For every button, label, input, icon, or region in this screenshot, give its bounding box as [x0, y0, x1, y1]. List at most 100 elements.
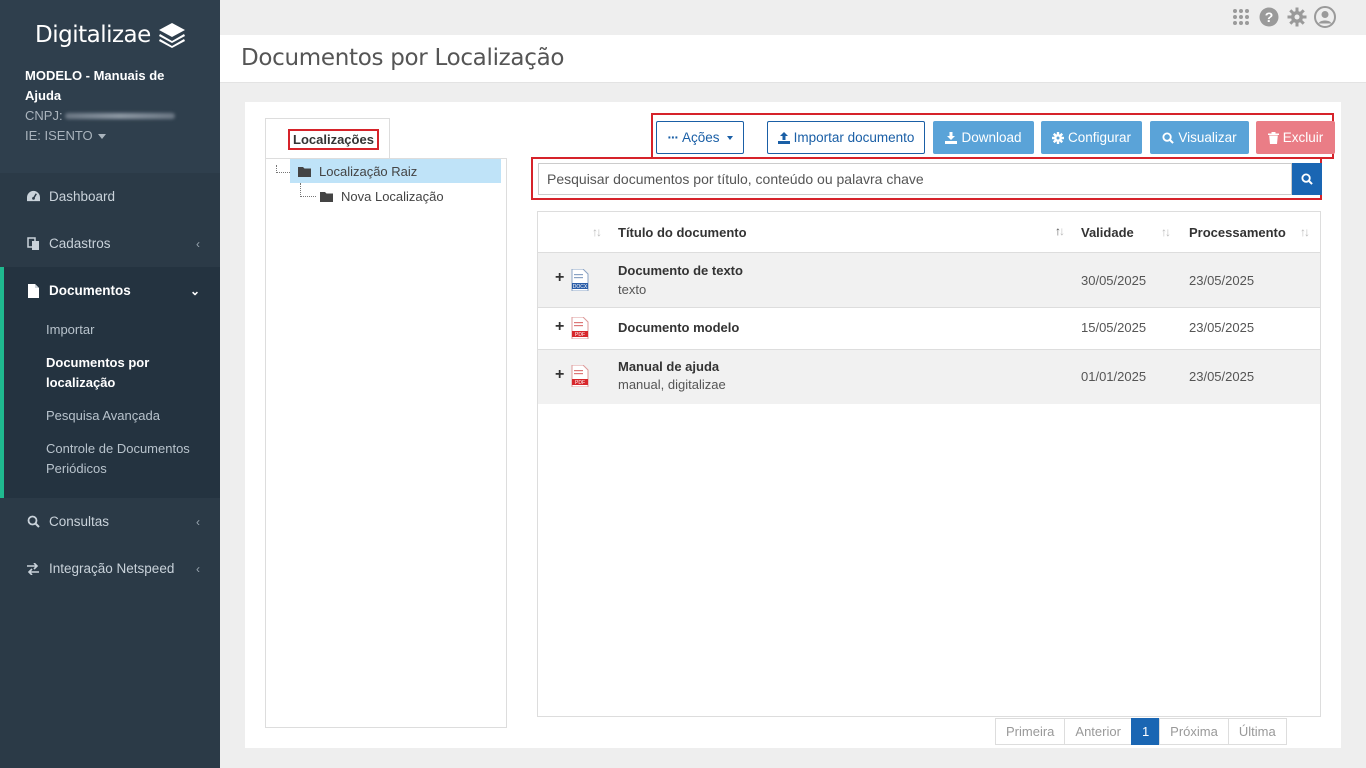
header-label: Validade	[1081, 225, 1134, 240]
cell-validade: 01/01/2025	[1081, 369, 1147, 384]
download-icon	[945, 131, 958, 144]
excluir-label: Excluir	[1282, 130, 1324, 145]
copy-icon	[25, 236, 41, 251]
sidebar-header: Digitalizae MODELO - Manuais de Ajuda CN…	[0, 0, 220, 173]
expand-plus-icon[interactable]: +	[555, 318, 564, 336]
acoes-label: Ações	[681, 130, 720, 145]
submenu-item-importar[interactable]: Importar	[4, 314, 220, 347]
dashboard-icon	[25, 190, 41, 203]
document-title[interactable]: Documento modelo	[618, 320, 739, 335]
toolbar: ··· Ações Importar documento Download Co…	[651, 113, 1335, 159]
company-ie-dropdown[interactable]: IE: ISENTO	[25, 126, 195, 146]
apps-grid-icon[interactable]	[1230, 6, 1252, 28]
search-icon	[25, 515, 41, 528]
sidebar-nav: Dashboard Cadastros ‹ Documentos ⌄ Impor…	[0, 173, 220, 592]
layers-logo-icon	[158, 23, 185, 48]
sidebar-item-label: Integração Netspeed	[49, 561, 175, 576]
brand-name: Digitalizae	[35, 22, 151, 48]
tree-connector	[300, 196, 316, 197]
visualizar-button[interactable]: Visualizar	[1150, 121, 1249, 154]
expand-plus-icon[interactable]: +	[555, 366, 564, 384]
table-row[interactable]: + PDF Documento modelo 15/05/2025 23/05/…	[538, 308, 1320, 349]
search-area: Pesquisar documentos por título, conteúd…	[531, 157, 1322, 200]
document-title[interactable]: Manual de ajuda	[618, 359, 719, 374]
configurar-button[interactable]: Configurar	[1041, 121, 1142, 154]
column-header-titulo[interactable]: Título do documento	[618, 212, 747, 253]
svg-text:DOCX: DOCX	[573, 284, 588, 290]
pagination-last[interactable]: Última	[1227, 718, 1287, 745]
sidebar: Digitalizae MODELO - Manuais de Ajuda CN…	[0, 0, 220, 768]
sort-icon[interactable]: ↑↓	[1161, 225, 1171, 239]
cell-validade: 15/05/2025	[1081, 320, 1147, 335]
tree-node-nova-localizacao[interactable]: Nova Localização	[320, 184, 444, 208]
cnpj-redacted	[64, 113, 175, 119]
pagination-next[interactable]: Próxima	[1159, 718, 1229, 745]
sort-icon[interactable]: ↑↓	[1300, 225, 1310, 239]
column-header-validade[interactable]: Validade	[1081, 212, 1134, 253]
brand-logo[interactable]: Digitalizae	[25, 0, 195, 48]
search-input[interactable]: Pesquisar documentos por título, conteúd…	[538, 163, 1292, 195]
sidebar-item-documentos[interactable]: Documentos ⌄	[4, 267, 220, 314]
tab-localizacoes-label: Localizações	[288, 129, 379, 150]
user-avatar-icon[interactable]	[1314, 6, 1336, 28]
upload-icon	[777, 131, 790, 144]
document-title[interactable]: Documento de texto	[618, 263, 743, 278]
sort-icon[interactable]: ↑↓	[1055, 224, 1065, 238]
importar-label: Importar documento	[793, 130, 915, 145]
sidebar-item-integracao-netspeed[interactable]: Integração Netspeed ‹	[0, 545, 220, 592]
pagination-prev[interactable]: Anterior	[1064, 718, 1132, 745]
header-label: Processamento	[1189, 225, 1286, 240]
download-button[interactable]: Download	[933, 121, 1034, 154]
sidebar-item-consultas[interactable]: Consultas ‹	[0, 498, 220, 545]
documentos-submenu: Importar Documentos por localização Pesq…	[4, 314, 220, 498]
sidebar-item-dashboard[interactable]: Dashboard	[0, 173, 220, 220]
chevron-left-icon: ‹	[196, 236, 200, 251]
doc-file-icon: DOCX	[571, 268, 589, 294]
importar-documento-button[interactable]: Importar documento	[767, 121, 925, 154]
sidebar-group-documentos: Documentos ⌄ Importar Documentos por loc…	[0, 267, 220, 498]
file-icon	[25, 283, 41, 298]
topbar-icons: ?	[1230, 6, 1336, 28]
acoes-dropdown-button[interactable]: ··· Ações	[656, 121, 744, 154]
cell-processamento: 23/05/2025	[1189, 273, 1255, 288]
svg-text:PDF: PDF	[575, 380, 585, 386]
submenu-item-pesquisa-avancada[interactable]: Pesquisa Avançada	[4, 400, 220, 433]
caret-down-icon	[97, 133, 106, 139]
document-keywords: texto	[618, 282, 647, 297]
main-content: Localizações Localização Raiz Nova Local…	[245, 102, 1341, 748]
sidebar-item-cadastros[interactable]: Cadastros ‹	[0, 220, 220, 267]
table-row[interactable]: + DOCX Documento de texto texto 30/05/20…	[538, 253, 1320, 307]
gear-icon	[1051, 131, 1064, 144]
document-keywords: manual, digitalizae	[618, 377, 726, 392]
help-icon[interactable]: ?	[1258, 6, 1280, 28]
tab-localizacoes[interactable]: Localizações	[265, 118, 390, 158]
gear-icon[interactable]	[1286, 6, 1308, 28]
pagination-first[interactable]: Primeira	[995, 718, 1066, 745]
topbar: ?	[220, 0, 1366, 35]
svg-text:?: ?	[1265, 9, 1274, 25]
pagination-current-page[interactable]: 1	[1130, 718, 1161, 745]
search-icon	[1301, 173, 1313, 185]
expand-plus-icon[interactable]: +	[555, 269, 564, 287]
download-label: Download	[961, 130, 1022, 145]
excluir-button[interactable]: Excluir	[1256, 121, 1335, 154]
visualizar-label: Visualizar	[1178, 130, 1237, 145]
sidebar-item-label: Dashboard	[49, 189, 116, 204]
documents-table: ↑↓ Título do documento ↑↓ Validade ↑↓ Pr…	[537, 211, 1321, 717]
cell-validade: 30/05/2025	[1081, 273, 1147, 288]
submenu-item-controle-periodicos[interactable]: Controle de Documentos Periódicos	[4, 433, 220, 486]
chevron-left-icon: ‹	[196, 561, 200, 576]
cell-processamento: 23/05/2025	[1189, 369, 1255, 384]
sort-icon[interactable]: ↑↓	[592, 225, 602, 239]
tree-node-label: Nova Localização	[341, 188, 444, 204]
search-button[interactable]	[1292, 163, 1322, 195]
submenu-item-documentos-por-localizacao[interactable]: Documentos por localização	[4, 347, 220, 400]
chevron-down-icon: ⌄	[189, 283, 200, 298]
svg-text:PDF: PDF	[575, 332, 585, 338]
table-row[interactable]: + PDF Manual de ajuda manual, digitaliza…	[538, 350, 1320, 404]
column-header-processamento[interactable]: Processamento	[1189, 212, 1286, 253]
tree-node-root[interactable]: Localização Raiz	[290, 159, 501, 183]
pagination: Primeira Anterior 1 Próxima Última	[995, 718, 1287, 745]
folder-icon	[320, 191, 333, 202]
header-label: Título do documento	[618, 225, 747, 240]
